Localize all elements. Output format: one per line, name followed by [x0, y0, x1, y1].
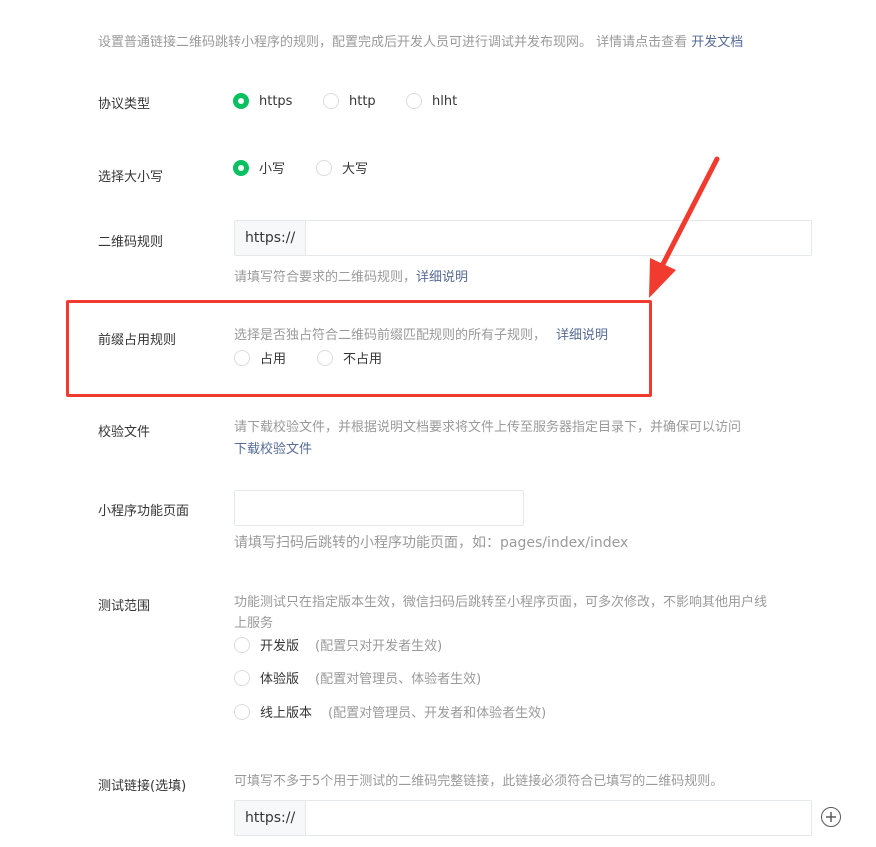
radio-icon[interactable] [323, 93, 339, 109]
test-link-label: 测试链接(选填) [98, 779, 187, 794]
test-link-prefix: https:// [235, 801, 307, 835]
qr-rule-detail-link[interactable]: 详细说明 [416, 270, 468, 285]
red-arrow-icon [649, 156, 720, 298]
radio-icon[interactable] [234, 636, 250, 653]
scope-option-online[interactable]: 线上版本 (配置对管理员、开发者和体验者生效) [234, 702, 546, 721]
prefix-rule-detail-link[interactable]: 详细说明 [556, 328, 608, 343]
protocol-option-hlht[interactable]: hlht [406, 93, 457, 109]
test-scope-label: 测试范围 [98, 599, 151, 614]
dev-docs-link[interactable]: 开发文档 [691, 35, 743, 50]
radio-icon[interactable] [234, 669, 250, 686]
radio-icon[interactable] [316, 159, 332, 176]
scope-option-dev[interactable]: 开发版 (配置只对开发者生效) [234, 635, 442, 654]
intro-text: 设置普通链接二维码跳转小程序的规则，配置完成后开发人员可进行调试并发布现网。 详… [98, 35, 744, 50]
page-input[interactable] [235, 491, 523, 525]
protocol-option-http[interactable]: http [323, 93, 376, 109]
case-option-upper[interactable]: 大写 [316, 158, 368, 177]
test-link-field: https:// [234, 800, 812, 836]
qr-rule-hint: 请填写符合要求的二维码规则，详细说明 [234, 270, 469, 285]
test-scope-desc-line2: 上服务 [234, 616, 274, 631]
test-link-input[interactable] [306, 801, 811, 835]
qr-rule-label: 二维码规则 [98, 235, 164, 250]
case-label: 选择大小写 [98, 170, 164, 185]
radio-checked-icon[interactable] [233, 159, 249, 176]
page-field [234, 490, 524, 526]
case-option-lower[interactable]: 小写 [233, 158, 285, 177]
protocol-option-https[interactable]: https [233, 93, 292, 109]
page-label: 小程序功能页面 [98, 504, 190, 519]
add-test-link-button[interactable] [821, 807, 841, 827]
radio-icon[interactable] [317, 349, 333, 366]
radio-icon[interactable] [234, 349, 250, 366]
test-scope-desc-line1: 功能测试只在指定版本生效，微信扫码后跳转至小程序页面，可多次修改，不影响其他用户… [234, 595, 768, 610]
radio-icon[interactable] [406, 93, 422, 109]
radio-checked-icon[interactable] [233, 93, 249, 109]
scope-option-trial[interactable]: 体验版 (配置对管理员、体验者生效) [234, 668, 481, 687]
download-verify-file-link[interactable]: 下载校验文件 [234, 438, 312, 457]
prefix-rule-desc: 选择是否独占符合二维码前缀匹配规则的所有子规则， 详细说明 [234, 328, 609, 343]
qr-rule-prefix: https:// [235, 221, 307, 255]
radio-icon[interactable] [234, 703, 250, 720]
plus-circle-icon [826, 812, 836, 822]
protocol-label: 协议类型 [98, 97, 151, 112]
prefix-rule-label: 前缀占用规则 [98, 333, 177, 348]
verify-file-label: 校验文件 [98, 425, 151, 440]
prefix-option-occupy[interactable]: 占用 [234, 348, 286, 367]
page-hint: 请填写扫码后跳转的小程序功能页面，如：pages/index/index [234, 535, 629, 551]
prefix-option-not-occupy[interactable]: 不占用 [317, 348, 382, 367]
qr-rule-input[interactable] [306, 221, 811, 255]
verify-file-desc: 请下载校验文件，并根据说明文档要求将文件上传至服务器指定目录下，并确保可以访问 [234, 420, 742, 435]
test-link-desc: 可填写不多于5个用于测试的二维码完整链接，此链接必须符合已填写的二维码规则。 [234, 774, 724, 789]
